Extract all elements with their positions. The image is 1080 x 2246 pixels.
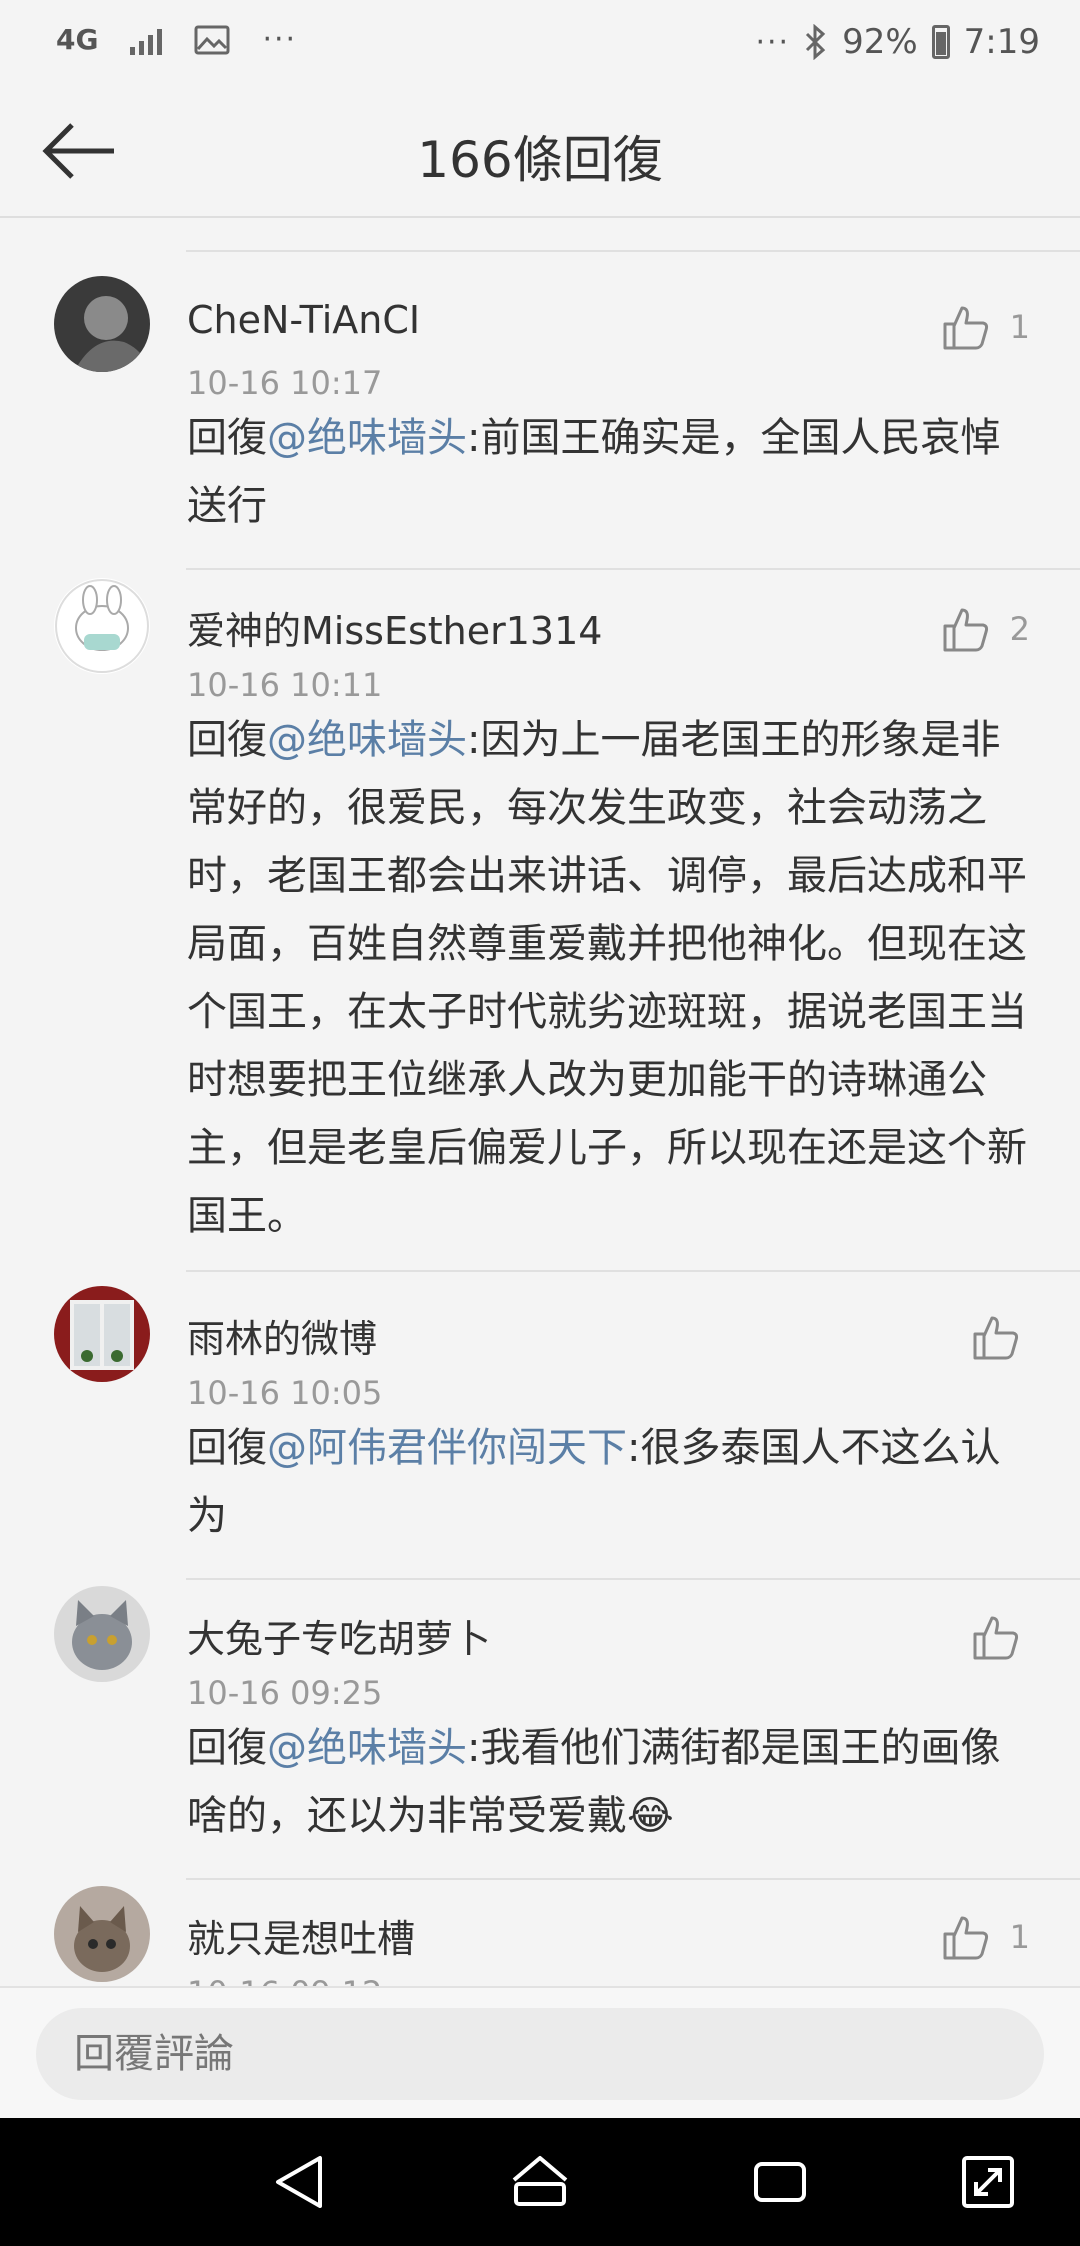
header: 166條回復 — [0, 90, 1080, 218]
home-icon — [512, 2156, 568, 2206]
back-triangle-icon — [276, 2156, 322, 2208]
mention-link[interactable]: @阿伟君伴你闯天下 — [267, 1425, 627, 1471]
comment-item[interactable]: 雨林的微博 10-16 10:05 回復@阿伟君伴你闯天下:很多泰国人不这么认为 — [0, 1286, 1080, 1586]
clock: 7:19 — [963, 22, 1040, 62]
comment-text: 回復@绝味墙头:前国王确实是，全国人民哀悼送行 — [187, 404, 1027, 540]
comment-time: 10-16 09:25 — [187, 1674, 383, 1712]
reply-prefix: 回復 — [187, 717, 267, 763]
mention-link[interactable]: @绝味墙头 — [267, 415, 467, 461]
more-status-icon: ··· — [755, 24, 791, 60]
comment-content: :因为上一届老国王的形象是非常好的，很爱民，每次发生政变，社会动荡之时，老国王都… — [187, 717, 1027, 1239]
comment-author[interactable]: 就只是想吐槽 — [187, 1908, 415, 1963]
thumbs-up-icon — [943, 306, 988, 350]
divider — [186, 250, 1080, 252]
comment-time: 10-16 10:11 — [187, 666, 383, 704]
thumbs-up-icon — [973, 1616, 1019, 1660]
like-button[interactable]: 2 — [942, 606, 1030, 652]
comment-author[interactable]: 爱神的MissEsther1314 — [187, 600, 602, 655]
avatar[interactable] — [54, 1286, 150, 1382]
comment-text: 回復@绝味墙头:因为上一届老国王的形象是非常好的，很爱民，每次发生政变，社会动荡… — [187, 706, 1027, 1250]
divider — [186, 568, 1080, 570]
comment-time: 10-16 10:17 — [187, 364, 383, 402]
reply-bar: 回覆評論 — [0, 1986, 1080, 2118]
comment-item[interactable]: 大兔子专吃胡萝卜 10-16 09:25 回復@绝味墙头:我看他们满街都是国王的… — [0, 1586, 1080, 1886]
divider — [186, 1270, 1080, 1272]
battery-icon — [931, 25, 950, 59]
navigation-bar — [0, 2118, 1080, 2246]
comment-author[interactable]: 雨林的微博 — [187, 1308, 377, 1363]
comment-item[interactable]: 就只是想吐槽 10-16 09:12 1 — [0, 1886, 1080, 1986]
avatar[interactable] — [54, 1586, 150, 1682]
mention-link[interactable]: @绝味墙头 — [267, 1725, 467, 1771]
like-count: 1 — [1009, 308, 1030, 346]
comment-author[interactable]: CheN-TiAnCI — [187, 298, 420, 342]
comment-text: 回復@阿伟君伴你闯天下:很多泰国人不这么认为 — [187, 1414, 1027, 1550]
reply-prefix: 回復 — [187, 1425, 267, 1471]
divider — [186, 1578, 1080, 1580]
comment-author[interactable]: 大兔子专吃胡萝卜 — [187, 1608, 491, 1663]
partial-comment-text — [188, 218, 252, 238]
mention-link[interactable]: @绝味墙头 — [267, 717, 467, 763]
network-type: 4G — [56, 22, 99, 56]
laughing-emoji-icon: 😂 — [627, 1793, 674, 1839]
like-button[interactable] — [972, 1314, 1040, 1360]
comment-item[interactable]: 爱神的MissEsther1314 10-16 10:11 2 回復@绝味墙头:… — [0, 578, 1080, 1278]
battery-percent: 92% — [842, 22, 918, 62]
reply-input[interactable]: 回覆評論 — [36, 2008, 1044, 2100]
nav-fullscreen-button[interactable] — [956, 2150, 1020, 2214]
avatar[interactable] — [54, 276, 150, 372]
signal-icon — [130, 25, 163, 55]
like-button[interactable]: 1 — [942, 304, 1030, 350]
comment-time: 10-16 09:12 — [187, 1974, 382, 1986]
like-count: 1 — [1009, 1918, 1030, 1956]
comment-list[interactable]: CheN-TiAnCI 10-16 10:17 1 回復@绝味墙头:前国王确实是… — [0, 218, 1080, 1986]
divider — [186, 1878, 1080, 1880]
bluetooth-icon — [806, 24, 826, 60]
reply-prefix: 回復 — [187, 415, 267, 461]
comment-time: 10-16 10:05 — [187, 1374, 383, 1412]
avatar[interactable] — [54, 578, 150, 674]
thumbs-up-icon — [973, 1316, 1019, 1360]
recents-icon — [754, 2162, 806, 2202]
more-notifications-icon: ··· — [262, 22, 298, 57]
expand-icon — [962, 2156, 1014, 2208]
nav-back-button[interactable] — [268, 2150, 332, 2214]
status-bar: 4G ··· ··· 92% 7:19 — [0, 0, 1080, 90]
nav-recents-button[interactable] — [748, 2150, 812, 2214]
thumbs-up-icon — [943, 608, 988, 652]
thumbs-up-icon — [943, 1916, 988, 1960]
comment-item[interactable]: CheN-TiAnCI 10-16 10:17 1 回復@绝味墙头:前国王确实是… — [0, 276, 1080, 576]
comment-text: 回復@绝味墙头:我看他们满街都是国王的画像啥的，还以为非常受爱戴😂 — [187, 1714, 1027, 1850]
avatar[interactable] — [54, 1886, 150, 1982]
image-icon — [194, 25, 230, 54]
nav-home-button[interactable] — [508, 2150, 572, 2214]
reply-prefix: 回復 — [187, 1725, 267, 1771]
like-button[interactable] — [972, 1614, 1040, 1660]
page-title: 166條回復 — [417, 131, 663, 189]
like-button[interactable]: 1 — [942, 1914, 1030, 1960]
like-count: 2 — [1009, 610, 1030, 648]
